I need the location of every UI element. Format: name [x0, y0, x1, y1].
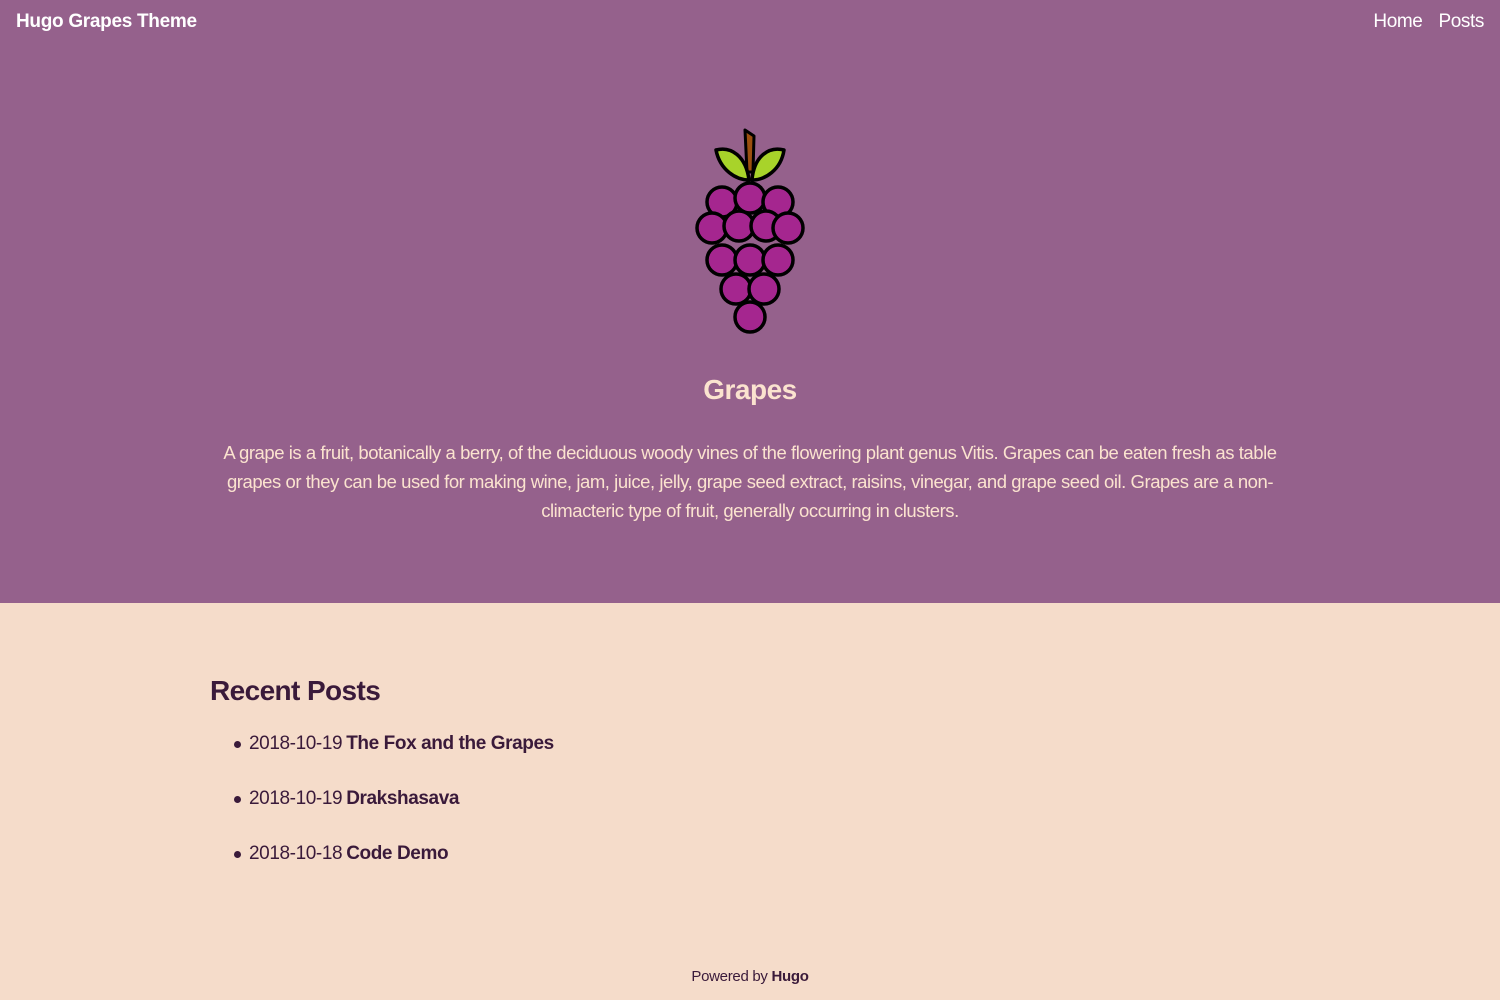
post-list: 2018-10-19 The Fox and the Grapes 2018-10… — [210, 733, 1290, 898]
post-link-code-demo[interactable]: Code Demo — [346, 843, 448, 864]
recent-posts-section: Recent Posts 2018-10-19 The Fox and the G… — [210, 675, 1290, 898]
post-date: 2018-10-18 — [249, 843, 343, 864]
site-footer: Powered by Hugo — [0, 968, 1500, 985]
footer-hugo-link[interactable]: Hugo — [771, 968, 808, 985]
list-item: 2018-10-19 The Fox and the Grapes — [232, 733, 1290, 788]
nav-home-link[interactable]: Home — [1373, 11, 1422, 33]
main-nav: Home Posts — [1373, 11, 1484, 33]
hero-description: A grape is a fruit, botanically a berry,… — [223, 442, 1277, 521]
footer-powered-by-text: Powered by — [691, 968, 768, 985]
post-link-fox-and-grapes[interactable]: The Fox and the Grapes — [346, 733, 554, 754]
grapes-icon — [695, 128, 805, 334]
nav-posts-link[interactable]: Posts — [1438, 11, 1484, 33]
list-item: 2018-10-18 Code Demo — [232, 843, 1290, 898]
post-date: 2018-10-19 — [249, 788, 343, 809]
site-brand-link[interactable]: Hugo Grapes Theme — [16, 11, 197, 33]
recent-posts-heading: Recent Posts — [210, 675, 381, 706]
list-item: 2018-10-19 Drakshasava — [232, 788, 1290, 843]
post-link-drakshasava[interactable]: Drakshasava — [346, 788, 459, 809]
hero-title: Grapes — [703, 374, 797, 405]
hero-section: Hugo Grapes Theme Home Posts Grapes A gr… — [0, 0, 1500, 603]
post-date: 2018-10-19 — [249, 733, 343, 754]
